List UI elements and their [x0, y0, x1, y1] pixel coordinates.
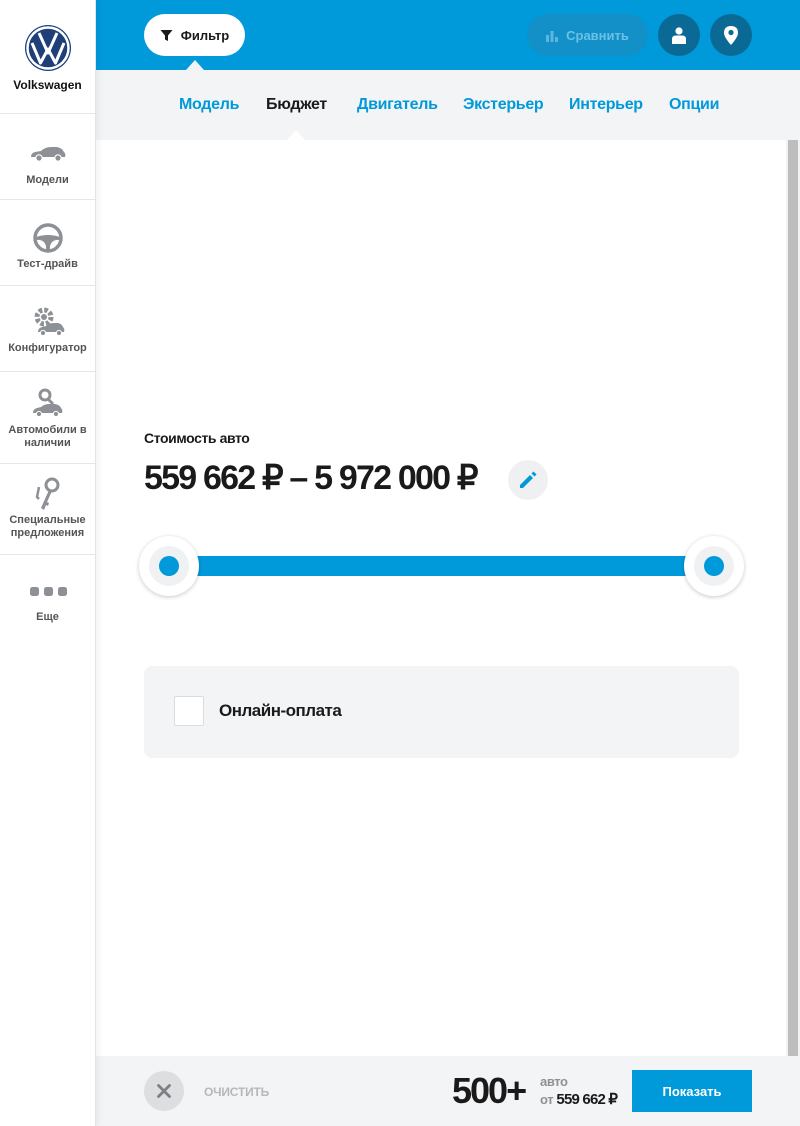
price-slider-min-handle[interactable]	[139, 536, 199, 596]
bar-chart-icon	[546, 30, 559, 42]
location-pin-icon	[724, 25, 738, 45]
pencil-icon	[520, 471, 537, 488]
filter-tabs: Модель Бюджет Двигатель Экстерьер Интерь…	[96, 70, 800, 140]
clear-filters-button[interactable]	[144, 1071, 184, 1111]
keys-icon	[33, 474, 63, 514]
tab-model[interactable]: Модель	[179, 96, 239, 114]
sidebar-item-label: Тест-драйв	[17, 258, 78, 270]
price-slider-track[interactable]	[169, 556, 714, 576]
active-tab-caret	[287, 130, 305, 140]
bottom-bar: ОЧИСТИТЬ 500+ авто от 559 662 ₽ Показать	[96, 1056, 800, 1126]
more-dots-icon	[28, 571, 68, 611]
user-icon	[672, 26, 686, 44]
tab-budget[interactable]: Бюджет	[266, 96, 327, 114]
volkswagen-logo-icon	[24, 25, 71, 71]
sidebar-item-label: Еще	[36, 611, 59, 623]
edit-price-button[interactable]	[508, 460, 548, 500]
sidebar-item-cars-in-stock[interactable]: Автомобили в наличии	[0, 372, 95, 464]
sidebar-item-label: Конфигуратор	[8, 342, 87, 354]
filter-caret	[186, 60, 204, 70]
price-range-value: 559 662 ₽ – 5 972 000 ₽	[144, 459, 479, 497]
top-bar: Фильтр Сравнить	[96, 0, 800, 70]
dealer-location-button[interactable]	[710, 14, 752, 56]
filter-funnel-icon	[160, 29, 173, 41]
sidebar: Volkswagen Модели Тест-драйв Конфигурато…	[0, 0, 96, 1126]
car-icon	[29, 134, 67, 174]
from-prefix: от	[540, 1092, 554, 1107]
clear-filters-label[interactable]: ОЧИСТИТЬ	[204, 1085, 269, 1099]
tab-engine[interactable]: Двигатель	[357, 96, 438, 114]
sidebar-item-label: Специальные предложения	[9, 514, 86, 539]
price-slider-max-handle[interactable]	[684, 536, 744, 596]
results-count: 500+	[452, 1070, 527, 1111]
configurator-icon	[30, 302, 66, 342]
brand-name: Volkswagen	[13, 78, 82, 92]
online-payment-option: Онлайн-оплата	[144, 666, 739, 758]
tab-interior[interactable]: Интерьер	[569, 96, 643, 114]
sidebar-item-more[interactable]: Еще	[0, 555, 95, 645]
sidebar-item-special-offers[interactable]: Специальные предложения	[0, 464, 95, 555]
scrollbar-thumb[interactable]	[788, 140, 798, 1056]
filter-button-label: Фильтр	[180, 27, 230, 43]
sidebar-item-label: Автомобили в наличии	[8, 424, 87, 449]
sidebar-item-test-drive[interactable]: Тест-драйв	[0, 200, 95, 286]
close-icon	[157, 1084, 171, 1098]
car-in-stock-icon	[31, 384, 65, 424]
price-label: Стоимость авто	[144, 430, 250, 446]
show-results-button[interactable]: Показать	[632, 1070, 752, 1112]
sidebar-item-label: Модели	[26, 174, 69, 186]
results-from-price: от 559 662 ₽	[540, 1090, 618, 1108]
compare-button[interactable]: Сравнить	[527, 14, 648, 56]
online-payment-label: Онлайн-оплата	[219, 701, 342, 720]
tab-exterior[interactable]: Экстерьер	[463, 96, 544, 114]
brand-logo-block[interactable]: Volkswagen	[0, 0, 95, 114]
filter-button[interactable]: Фильтр	[144, 14, 245, 56]
online-payment-checkbox[interactable]	[174, 696, 204, 726]
results-unit: авто	[540, 1074, 568, 1089]
compare-button-label: Сравнить	[566, 27, 629, 43]
tab-options[interactable]: Опции	[669, 96, 719, 114]
sidebar-item-configurator[interactable]: Конфигуратор	[0, 286, 95, 372]
account-button[interactable]	[658, 14, 700, 56]
from-price-value: 559 662 ₽	[556, 1091, 618, 1108]
sidebar-item-models[interactable]: Модели	[0, 114, 95, 200]
steering-wheel-icon	[32, 218, 64, 258]
